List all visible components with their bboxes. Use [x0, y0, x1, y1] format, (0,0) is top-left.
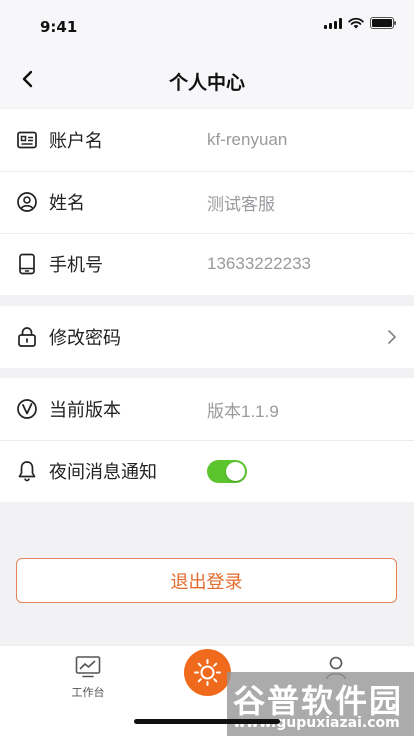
- tab-center-button[interactable]: [184, 649, 231, 696]
- change-password-row[interactable]: 修改密码: [0, 306, 414, 368]
- sun-icon: [194, 659, 221, 686]
- name-row: 姓名 测试客服: [0, 171, 414, 233]
- signal-icon: [324, 17, 342, 29]
- settings-group: 当前版本 版本1.1.9 夜间消息通知: [0, 378, 414, 502]
- status-time: 9:41: [40, 18, 78, 36]
- name-value: 测试客服: [207, 194, 275, 214]
- phone-icon: [19, 253, 35, 275]
- tab-workbench-label: 工作台: [71, 686, 105, 699]
- account-label: 账户名: [49, 131, 103, 152]
- phone-label: 手机号: [49, 255, 103, 276]
- version-row: 当前版本 版本1.1.9: [0, 378, 414, 440]
- user-circle-icon: [17, 192, 37, 212]
- status-bar: 9:41: [0, 0, 414, 50]
- version-label: 当前版本: [49, 400, 121, 421]
- id-card-icon: [17, 131, 37, 149]
- night-notify-row: 夜间消息通知: [0, 440, 414, 502]
- lock-icon: [18, 327, 36, 347]
- phone-row: 手机号 13633222233: [0, 233, 414, 295]
- security-group: 修改密码: [0, 306, 414, 368]
- battery-icon: [370, 17, 396, 29]
- night-notify-label: 夜间消息通知: [49, 462, 157, 483]
- wifi-icon: [348, 17, 364, 29]
- status-icons: [324, 17, 396, 29]
- name-label: 姓名: [49, 193, 85, 214]
- watermark: 谷普软件园 www.gupuxiazai.com: [227, 672, 414, 736]
- monitor-chart-icon: [75, 656, 101, 678]
- change-password-label: 修改密码: [49, 328, 121, 349]
- page-title: 个人中心: [168, 72, 245, 94]
- account-row: 账户名 kf-renyuan: [0, 109, 414, 171]
- night-notify-toggle[interactable]: [207, 460, 247, 483]
- version-icon: [17, 399, 37, 419]
- logout-button[interactable]: 退出登录: [16, 558, 397, 603]
- home-indicator: [134, 719, 280, 724]
- bell-icon: [18, 461, 36, 482]
- phone-value: 13633222233: [207, 254, 312, 273]
- tab-workbench[interactable]: 工作台: [38, 646, 138, 706]
- nav-bar: 个人中心: [0, 50, 414, 108]
- profile-group: 账户名 kf-renyuan 姓名 测试客服 手机号 13633222233: [0, 109, 414, 295]
- toggle-knob: [226, 462, 245, 481]
- chevron-right-icon: [388, 330, 396, 344]
- account-value: kf-renyuan: [207, 130, 288, 149]
- version-value: 版本1.1.9: [207, 401, 279, 421]
